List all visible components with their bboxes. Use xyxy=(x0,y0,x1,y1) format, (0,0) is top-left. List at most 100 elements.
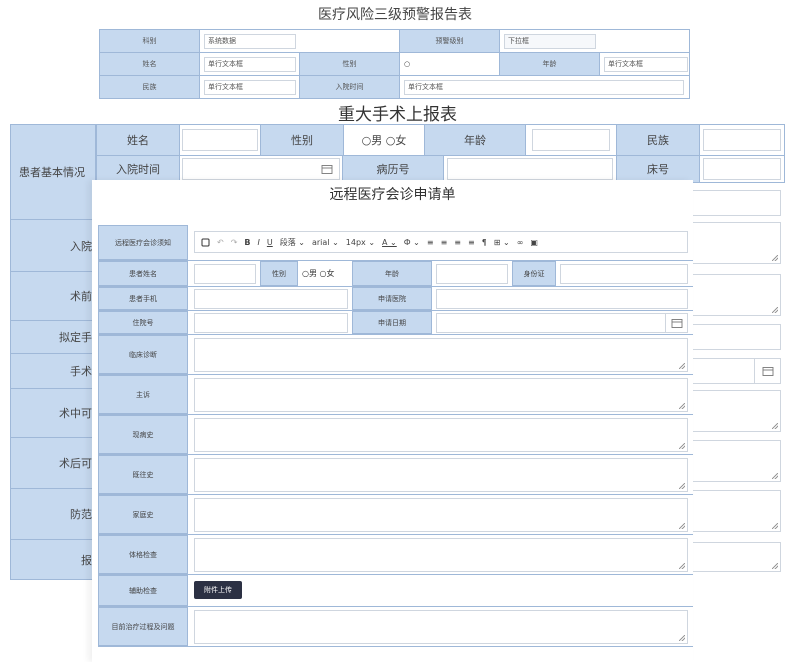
f3-present-label: 现病史 xyxy=(98,415,188,454)
f3-complaint-label: 主诉 xyxy=(98,375,188,414)
f3-date-button[interactable] xyxy=(665,314,687,332)
f3-age-label: 年龄 xyxy=(352,261,432,286)
link-icon[interactable]: ∞ xyxy=(517,238,524,247)
f3-name-label: 患者姓名 xyxy=(98,261,188,286)
italic-icon[interactable]: I xyxy=(258,238,260,247)
table-icon[interactable]: ⊞ ⌄ xyxy=(494,238,510,247)
f3-treatment-textarea[interactable] xyxy=(194,610,688,644)
f3-notice-label: 远程医疗会诊须知 xyxy=(98,225,188,260)
f3-gender-radios[interactable]: ○男 ○女 xyxy=(302,268,335,279)
f3-name-row: 患者姓名 性别 ○男 ○女 年龄 身份证 xyxy=(98,261,693,287)
f2-record-cell xyxy=(443,155,617,183)
f3-hospital-label: 申请医院 xyxy=(352,287,432,310)
resize-grip-icon[interactable] xyxy=(679,403,685,409)
f3-phone-input[interactable] xyxy=(194,289,348,309)
undo-icon[interactable]: ↶ xyxy=(217,238,224,247)
f3-id-input[interactable] xyxy=(560,264,688,284)
align-right-icon[interactable]: ≡ xyxy=(454,238,461,247)
gender-radio[interactable]: ○ xyxy=(404,60,410,68)
calendar-icon[interactable] xyxy=(321,164,333,174)
image-icon[interactable]: ▣ xyxy=(530,238,538,247)
f3-name-input[interactable] xyxy=(194,264,256,284)
age-field[interactable]: 单行文本框 xyxy=(604,56,688,72)
name-label: 姓名 xyxy=(99,52,200,76)
risk-warning-grid: 科别 系统数据 预警级别 下拉框 姓名 单行文本框 性别 ○ 年龄 单行文本框 … xyxy=(99,29,690,99)
f3-past-textarea[interactable] xyxy=(194,458,688,492)
f3-complaint-textarea[interactable] xyxy=(194,378,688,412)
resize-grip-icon[interactable] xyxy=(772,523,778,529)
major-surgery-left-labels: 患者基本情况 入院 术前 拟定手 手术 术中可 术后可 防范 报 xyxy=(10,124,96,580)
f3-inpatient-input[interactable] xyxy=(194,313,348,333)
f2-date-button[interactable] xyxy=(754,359,780,383)
font-color-icon[interactable]: A ⌄ xyxy=(382,238,397,247)
font-select[interactable]: arial ⌄ xyxy=(312,238,339,247)
f2-prevention-label: 防范 xyxy=(10,488,96,540)
resize-grip-icon[interactable] xyxy=(679,563,685,569)
align-justify-icon[interactable]: ≡ xyxy=(468,238,475,247)
f3-diagnosis-label: 临床诊断 xyxy=(98,335,188,374)
admit-time-field[interactable]: 单行文本框 xyxy=(404,79,684,95)
f3-diagnosis-textarea[interactable] xyxy=(194,338,688,372)
remote-consult-form: 远程医疗会诊申请单 远程医疗会诊须知 ↶ ↷ B I U 段落 ⌄ arial … xyxy=(92,180,693,662)
size-select[interactable]: 14px ⌄ xyxy=(346,238,375,247)
f2-age-label: 年龄 xyxy=(424,124,526,156)
admit-time-label: 入院时间 xyxy=(299,75,400,99)
f3-exam-textarea[interactable] xyxy=(194,538,688,572)
f3-family-row: 家庭史 xyxy=(98,495,693,535)
resize-grip-icon[interactable] xyxy=(772,563,778,569)
resize-grip-icon[interactable] xyxy=(772,255,778,261)
f2-age-input[interactable] xyxy=(532,129,610,151)
underline-icon[interactable]: U xyxy=(267,238,273,247)
resize-grip-icon[interactable] xyxy=(679,523,685,529)
major-surgery-title: 重大手术上报表 xyxy=(338,105,457,125)
f3-date-label: 申请日期 xyxy=(352,311,432,334)
resize-grip-icon[interactable] xyxy=(679,443,685,449)
f3-date-input[interactable] xyxy=(436,313,688,333)
admit-time-cell: 单行文本框 xyxy=(399,75,690,99)
ethnicity-field[interactable]: 单行文本框 xyxy=(204,79,296,95)
resize-grip-icon[interactable] xyxy=(772,473,778,479)
f2-surgery-label: 手术 xyxy=(10,353,96,389)
f2-name-input[interactable] xyxy=(182,129,258,151)
name-field[interactable]: 单行文本框 xyxy=(204,56,296,72)
resize-grip-icon[interactable] xyxy=(772,307,778,313)
source-icon[interactable] xyxy=(201,238,210,247)
ethnicity-label: 民族 xyxy=(99,75,200,99)
resize-grip-icon[interactable] xyxy=(679,635,685,641)
f3-id-label: 身份证 xyxy=(512,261,556,286)
f2-patient-info-label: 患者基本情况 xyxy=(10,124,96,220)
upload-button[interactable]: 附件上传 xyxy=(194,581,242,599)
f3-hospital-input[interactable] xyxy=(436,289,688,309)
f3-present-textarea[interactable] xyxy=(194,418,688,452)
highlight-icon[interactable]: Ф ⌄ xyxy=(404,238,420,247)
f3-family-textarea[interactable] xyxy=(194,498,688,532)
name-cell: 单行文本框 xyxy=(199,52,300,76)
f2-name-label: 姓名 xyxy=(96,124,180,156)
f2-admit-input[interactable] xyxy=(182,158,340,180)
f3-family-label: 家庭史 xyxy=(98,495,188,534)
f2-intraop-label: 术中可 xyxy=(10,388,96,438)
f2-gender-radios[interactable]: ○男 ○女 xyxy=(343,124,425,156)
align-center-icon[interactable]: ≡ xyxy=(441,238,448,247)
resize-grip-icon[interactable] xyxy=(679,363,685,369)
redo-icon[interactable]: ↷ xyxy=(231,238,238,247)
dept-field[interactable]: 系统数据 xyxy=(204,33,296,49)
ethnicity-cell: 单行文本框 xyxy=(199,75,300,99)
rich-text-toolbar: ↶ ↷ B I U 段落 ⌄ arial ⌄ 14px ⌄ A ⌄ Ф ⌄ ≡ … xyxy=(194,231,688,253)
level-select[interactable]: 下拉框 xyxy=(504,33,596,49)
f2-record-input[interactable] xyxy=(447,158,613,180)
f3-inpatient-label: 住院号 xyxy=(98,311,188,334)
f3-exam-label: 体格检查 xyxy=(98,535,188,574)
f3-treatment-row: 目前治疗过程及问题 xyxy=(98,607,693,647)
bold-icon[interactable]: B xyxy=(244,238,250,247)
paragraph-select[interactable]: 段落 ⌄ xyxy=(280,237,305,248)
f2-name-cell xyxy=(179,124,261,156)
calendar-icon xyxy=(762,367,774,376)
f3-treatment-label: 目前治疗过程及问题 xyxy=(98,607,188,646)
resize-grip-icon[interactable] xyxy=(772,423,778,429)
f3-age-input[interactable] xyxy=(436,264,508,284)
format-painter-icon[interactable]: ¶ xyxy=(482,238,487,247)
resize-grip-icon[interactable] xyxy=(679,483,685,489)
f2-admit-label: 入院时间 xyxy=(96,155,180,183)
align-left-icon[interactable]: ≡ xyxy=(427,238,434,247)
